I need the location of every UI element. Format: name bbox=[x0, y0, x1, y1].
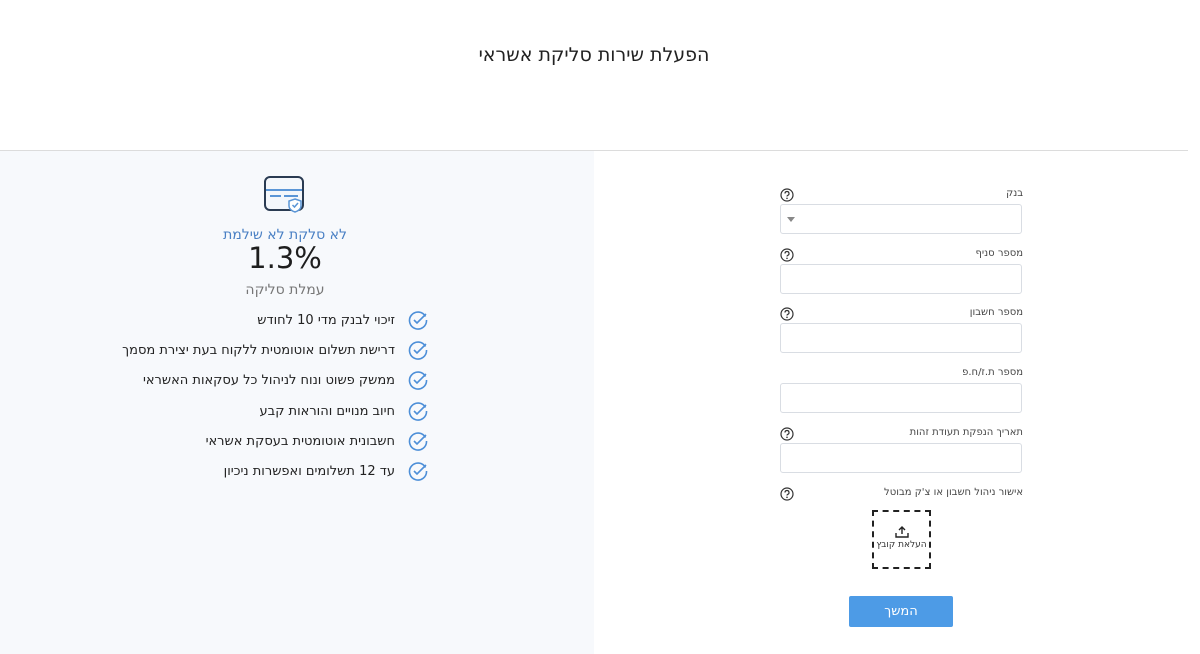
feature-text: חיוב מנויים והוראות קבע bbox=[259, 403, 395, 419]
account-input[interactable] bbox=[780, 323, 1022, 353]
promo-panel: לא סלקת לא שילמת 1.3% עמלת סליקה זיכוי ל… bbox=[0, 151, 594, 654]
credit-card-shield-icon bbox=[264, 176, 304, 213]
fee-rate-label: עמלת סליקה bbox=[245, 282, 325, 298]
help-icon[interactable] bbox=[780, 248, 794, 262]
id-issue-date-label: תאריך הנפקת תעודת זהות bbox=[909, 427, 1023, 438]
file-upload-dropzone[interactable]: העלאת קובץ bbox=[872, 510, 931, 569]
chevron-down-icon bbox=[787, 217, 795, 222]
feature-item: עד 12 תשלומים ואפשרות ניכיון bbox=[224, 460, 428, 482]
feature-item: דרישת תשלום אוטומטית ללקוח בעת יצירת מסמ… bbox=[122, 339, 428, 361]
activation-form: בנק מספר סניף מספר חשבון מספר ת.ז/ח.פ תא… bbox=[594, 151, 1188, 654]
fee-rate: 1.3% bbox=[248, 241, 322, 275]
check-circle-icon bbox=[408, 402, 428, 421]
feature-text: זיכוי לבנק מדי 10 לחודש bbox=[257, 312, 395, 328]
help-icon[interactable] bbox=[780, 188, 794, 202]
feature-text: דרישת תשלום אוטומטית ללקוח בעת יצירת מסמ… bbox=[122, 342, 395, 358]
branch-input[interactable] bbox=[780, 264, 1022, 294]
next-button[interactable]: המשך bbox=[849, 596, 953, 627]
feature-item: חשבונית אוטומטית בעסקת אשראי bbox=[206, 430, 428, 452]
feature-item: ממשק פשוט ונוח לניהול כל עסקאות האשראי bbox=[143, 369, 428, 391]
id-issue-date-input[interactable] bbox=[780, 443, 1022, 473]
id-number-input[interactable] bbox=[780, 383, 1022, 413]
check-circle-icon bbox=[408, 462, 428, 481]
feature-item: חיוב מנויים והוראות קבע bbox=[260, 400, 428, 422]
help-icon[interactable] bbox=[780, 307, 794, 321]
check-circle-icon bbox=[408, 371, 428, 390]
page-title: הפעלת שירות סליקת אשראי bbox=[478, 44, 710, 66]
feature-item: זיכוי לבנק מדי 10 לחודש bbox=[257, 309, 428, 331]
upload-icon bbox=[894, 526, 909, 538]
feature-text: ממשק פשוט ונוח לניהול כל עסקאות האשראי bbox=[142, 372, 395, 388]
bank-label: בנק bbox=[1006, 188, 1023, 199]
help-icon[interactable] bbox=[780, 487, 794, 501]
check-circle-icon bbox=[408, 432, 428, 451]
bank-select[interactable] bbox=[780, 204, 1022, 234]
check-circle-icon bbox=[408, 341, 428, 360]
id-number-label: מספר ת.ז/ח.פ bbox=[962, 367, 1023, 378]
help-icon[interactable] bbox=[780, 427, 794, 441]
check-circle-icon bbox=[408, 311, 428, 330]
bank-confirmation-label: אישור ניהול חשבון או צ'ק מבוטל bbox=[884, 487, 1023, 498]
feature-text: חשבונית אוטומטית בעסקת אשראי bbox=[205, 433, 395, 449]
upload-label: העלאת קובץ bbox=[876, 540, 927, 550]
branch-label: מספר סניף bbox=[975, 248, 1023, 259]
feature-text: עד 12 תשלומים ואפשרות ניכיון bbox=[223, 463, 395, 479]
account-label: מספר חשבון bbox=[969, 307, 1023, 318]
